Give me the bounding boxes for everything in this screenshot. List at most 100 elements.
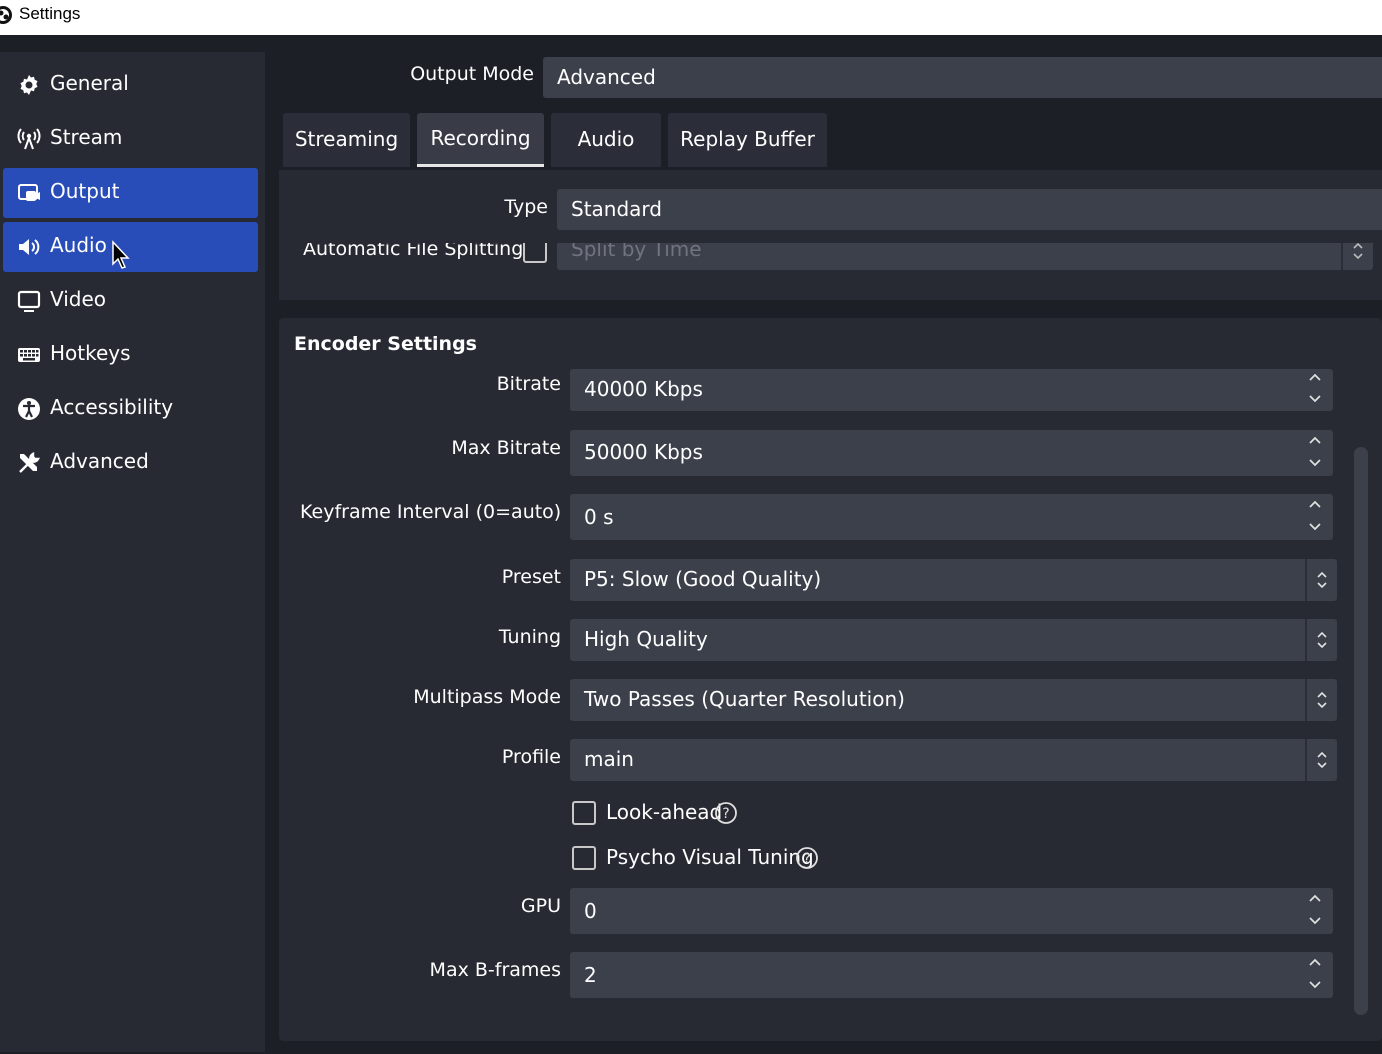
profile-value: main	[584, 747, 634, 771]
tools-icon	[19, 452, 40, 473]
settings-sidebar: General Stream Output Audio Video Hotkey…	[0, 52, 265, 1052]
max-bitrate-input[interactable]: 50000 Kbps	[570, 430, 1333, 476]
tab-streaming[interactable]: Streaming	[283, 113, 410, 167]
split-checkbox[interactable]	[523, 243, 547, 263]
spin-arrows-icon[interactable]	[1305, 888, 1325, 934]
spin-arrows-icon[interactable]	[1305, 369, 1325, 411]
gear-icon	[20, 75, 38, 95]
svg-text:?: ?	[722, 806, 729, 822]
sidebar-item-label: Stream	[50, 125, 123, 149]
tuning-value: High Quality	[584, 627, 708, 651]
look-ahead-label[interactable]: Look-ahead	[606, 800, 722, 824]
max-bframes-value: 2	[584, 963, 597, 987]
title-bar: Settings	[0, 0, 1382, 35]
preset-label: Preset	[501, 566, 561, 588]
tab-recording[interactable]: Recording	[417, 113, 544, 167]
type-select[interactable]: Standard	[557, 189, 1382, 230]
split-row-clip: Automatic File Splitting Split by Time	[279, 243, 1382, 273]
speaker-icon	[19, 239, 40, 255]
sidebar-item-stream[interactable]: Stream	[3, 114, 258, 164]
sidebar-item-label: General	[50, 71, 129, 95]
sidebar-item-label: Video	[50, 287, 107, 311]
encoder-settings-heading: Encoder Settings	[294, 333, 477, 355]
chevron-updown-icon	[1317, 571, 1327, 589]
chevron-updown-icon	[1317, 631, 1327, 649]
keyframe-interval-label: Keyframe Interval (0=auto)	[300, 501, 562, 523]
profile-select[interactable]: main	[570, 739, 1337, 781]
sidebar-item-hotkeys[interactable]: Hotkeys	[3, 330, 258, 380]
output-mode-value: Advanced	[557, 65, 656, 89]
spin-arrows-icon[interactable]	[1305, 430, 1325, 476]
monitor-icon	[17, 290, 41, 312]
sidebar-item-output[interactable]: Output	[3, 168, 258, 218]
tuning-dropdown-button[interactable]	[1305, 619, 1337, 661]
tuning-label: Tuning	[498, 626, 561, 648]
obs-logo-icon	[0, 6, 12, 24]
profile-label: Profile	[501, 746, 561, 768]
output-mode-select[interactable]: Advanced	[543, 57, 1382, 98]
preset-select[interactable]: P5: Slow (Good Quality)	[570, 559, 1337, 601]
vertical-scrollbar[interactable]	[1354, 447, 1368, 1015]
max-bframes-input[interactable]: 2	[570, 952, 1333, 998]
multipass-mode-value: Two Passes (Quarter Resolution)	[584, 687, 905, 711]
help-icon[interactable]: ?	[795, 846, 819, 870]
keyframe-interval-value: 0 s	[584, 505, 614, 529]
tab-label: Audio	[577, 127, 635, 151]
window-title: Settings	[19, 4, 81, 23]
sidebar-item-general[interactable]: General	[3, 60, 258, 110]
profile-dropdown-button[interactable]	[1305, 739, 1337, 781]
chevron-updown-icon	[1353, 243, 1363, 260]
multipass-mode-select[interactable]: Two Passes (Quarter Resolution)	[570, 679, 1337, 721]
type-value: Standard	[571, 197, 662, 221]
split-label: Automatic File Splitting	[303, 243, 524, 260]
sidebar-item-label: Hotkeys	[50, 341, 131, 365]
split-mode-select[interactable]: Split by Time	[557, 243, 1373, 270]
bitrate-value: 40000 Kbps	[584, 377, 703, 401]
tuning-select[interactable]: High Quality	[570, 619, 1337, 661]
bitrate-input[interactable]: 40000 Kbps	[570, 369, 1333, 411]
tab-label: Streaming	[294, 127, 399, 151]
help-icon[interactable]: ?	[714, 801, 738, 825]
chevron-updown-icon	[1317, 751, 1327, 769]
chevron-updown-icon	[1317, 691, 1327, 709]
preset-value: P5: Slow (Good Quality)	[584, 567, 822, 591]
antenna-icon	[17, 128, 41, 150]
sidebar-item-advanced[interactable]: Advanced	[3, 438, 258, 488]
split-mode-value: Split by Time	[571, 243, 702, 261]
multipass-dropdown-button[interactable]	[1305, 679, 1337, 721]
multipass-mode-label: Multipass Mode	[413, 686, 561, 708]
gpu-label: GPU	[520, 895, 561, 917]
tab-label: Replay Buffer	[680, 127, 815, 151]
spin-arrows-icon[interactable]	[1305, 952, 1325, 998]
sidebar-item-accessibility[interactable]: Accessibility	[3, 384, 258, 434]
gpu-value: 0	[584, 899, 597, 923]
svg-text:?: ?	[803, 851, 810, 867]
sidebar-item-label: Advanced	[50, 449, 149, 473]
split-spin[interactable]	[1341, 243, 1373, 270]
bitrate-label: Bitrate	[496, 373, 561, 395]
preset-dropdown-button[interactable]	[1305, 559, 1337, 601]
sidebar-item-audio[interactable]: Audio	[3, 222, 258, 272]
psycho-visual-tuning-label[interactable]: Psycho Visual Tuning	[606, 845, 814, 869]
gpu-input[interactable]: 0	[570, 888, 1333, 934]
output-icon	[18, 184, 40, 201]
tab-audio[interactable]: Audio	[551, 113, 661, 167]
mouse-cursor-icon	[112, 240, 130, 269]
max-bitrate-value: 50000 Kbps	[584, 440, 703, 464]
sidebar-item-video[interactable]: Video	[3, 276, 258, 326]
psycho-visual-tuning-checkbox[interactable]	[572, 846, 596, 870]
tab-label: Recording	[430, 126, 531, 150]
spin-arrows-icon[interactable]	[1305, 494, 1325, 540]
output-mode-label: Output Mode	[410, 63, 534, 85]
type-label: Type	[504, 196, 548, 218]
sidebar-item-label: Output	[50, 179, 120, 203]
look-ahead-checkbox[interactable]	[572, 801, 596, 825]
tab-replay-buffer[interactable]: Replay Buffer	[668, 113, 827, 167]
keyframe-interval-input[interactable]: 0 s	[570, 494, 1333, 540]
sidebar-item-label: Audio	[50, 233, 107, 257]
accessibility-icon	[18, 398, 40, 420]
max-bframes-label: Max B-frames	[429, 959, 561, 981]
sidebar-item-label: Accessibility	[50, 395, 174, 419]
max-bitrate-label: Max Bitrate	[451, 437, 561, 459]
keyboard-icon	[18, 348, 40, 362]
